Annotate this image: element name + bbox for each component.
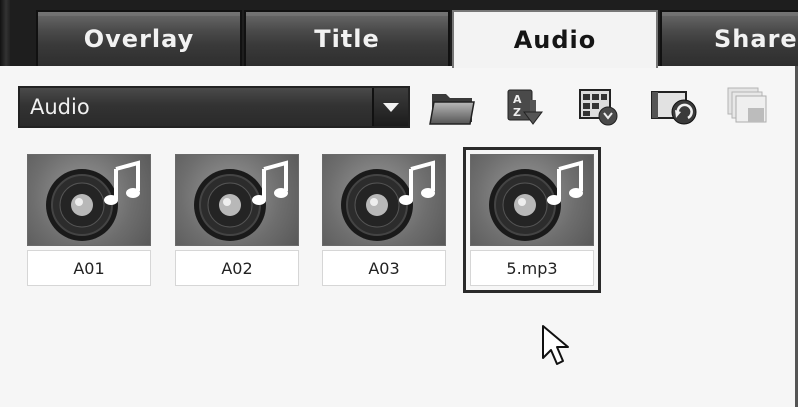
music-disc-icon: [341, 160, 435, 241]
folder-icon: [429, 94, 475, 125]
music-disc-icon: [46, 160, 140, 241]
clip-item-5-mp3[interactable]: 5.mp3: [463, 147, 601, 293]
thumbnail-view-icon: [727, 87, 767, 123]
tab-title-label: Title: [314, 25, 380, 53]
clip-item-a02[interactable]: A02: [175, 154, 299, 286]
audio-library-panel: Overlay Title Audio Share Audio A Z A01 …: [0, 0, 798, 407]
tab-overlay[interactable]: Overlay: [36, 10, 242, 66]
clip-label: A03: [322, 250, 446, 286]
import-media-button[interactable]: [648, 82, 698, 130]
clip-thumbnail: [27, 154, 151, 246]
clip-label: 5.mp3: [470, 250, 594, 286]
library-toolbar: Audio A Z: [0, 66, 798, 146]
library-category-value: Audio: [30, 95, 90, 119]
clip-item-a01[interactable]: A01: [27, 154, 151, 286]
clip-label: A01: [27, 250, 151, 286]
tab-strip-left-edge: [0, 0, 10, 66]
tab-audio[interactable]: Audio: [452, 10, 658, 68]
tab-title[interactable]: Title: [244, 10, 450, 66]
sort-az-icon: A Z: [507, 89, 543, 125]
tab-overlay-label: Overlay: [83, 25, 195, 53]
tab-strip: Overlay Title Audio Share: [0, 0, 798, 68]
tab-share-label: Share: [714, 25, 798, 53]
svg-text:Z: Z: [513, 106, 521, 119]
import-icon: [651, 91, 697, 125]
thumbnail-view-button[interactable]: [722, 82, 772, 130]
clip-library-grid: A01 A02 A03 5.mp3: [0, 146, 798, 407]
library-manager-button[interactable]: [574, 82, 624, 130]
tab-share[interactable]: Share: [660, 10, 798, 66]
clip-thumbnail: [175, 154, 299, 246]
clip-item-a03[interactable]: A03: [322, 154, 446, 286]
music-disc-icon: [194, 160, 288, 241]
library-category-dropdown[interactable]: Audio: [18, 86, 410, 128]
music-disc-icon: [489, 160, 583, 241]
clip-thumbnail: [470, 154, 594, 246]
svg-text:A: A: [513, 93, 522, 106]
clip-thumbnail: [322, 154, 446, 246]
sort-button[interactable]: A Z: [500, 82, 550, 130]
clip-label: A02: [175, 250, 299, 286]
dropdown-arrow-button[interactable]: [372, 88, 408, 126]
import-folder-button[interactable]: [428, 82, 478, 130]
library-icon: [579, 89, 618, 126]
chevron-down-icon: [383, 103, 399, 112]
tab-audio-label: Audio: [513, 26, 597, 54]
